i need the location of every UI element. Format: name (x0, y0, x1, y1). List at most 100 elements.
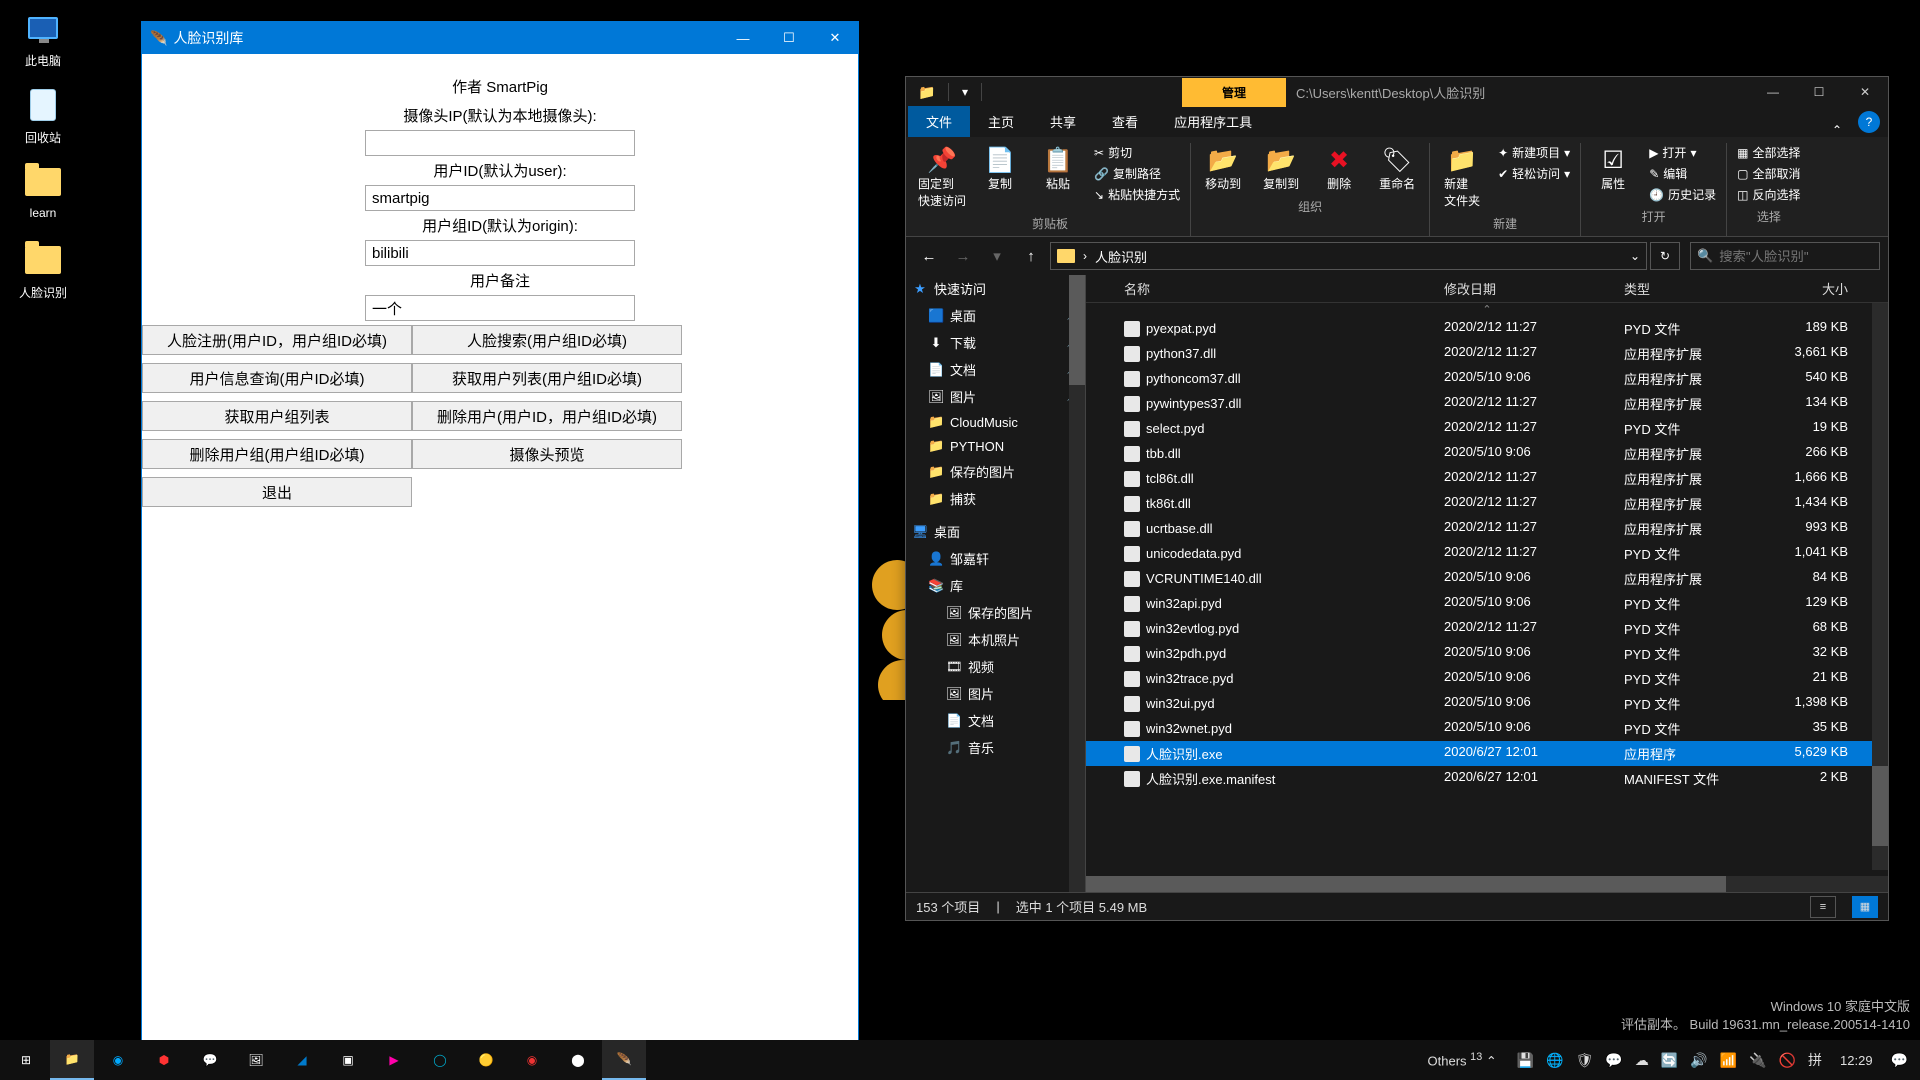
tree-item[interactable]: 📁保存的图片 (906, 458, 1085, 485)
tray-others-label[interactable]: Others 13 ⌃ (1428, 1051, 1497, 1069)
tray-wechat-icon[interactable]: 💬 (1605, 1052, 1622, 1069)
ribbon-collapse-icon[interactable]: ⌃ (1824, 123, 1850, 137)
camera-input[interactable] (365, 130, 635, 156)
file-row[interactable]: tbb.dll2020/5/10 9:06应用程序扩展266 KB (1086, 441, 1888, 466)
file-row[interactable]: python37.dll2020/2/12 11:27应用程序扩展3,661 K… (1086, 341, 1888, 366)
tree-item[interactable]: 🟦桌面📌 (906, 302, 1085, 329)
tray-sync-icon[interactable]: 🔄 (1661, 1052, 1678, 1069)
task-chrome[interactable]: 🟡 (464, 1040, 508, 1080)
properties-button[interactable]: ☑属性 (1587, 143, 1639, 204)
tab-share[interactable]: 共享 (1032, 106, 1094, 137)
file-row[interactable]: 人脸识别.exe2020/6/27 12:01应用程序5,629 KB (1086, 741, 1888, 766)
action-button-6[interactable]: 删除用户组(用户组ID必填) (142, 439, 412, 469)
tree-item[interactable]: 🖼本机照片 (906, 626, 1085, 653)
tree-item[interactable]: 📁CloudMusic (906, 410, 1085, 434)
forward-button[interactable]: → (948, 242, 978, 270)
desktop-icon-recyclebin[interactable]: 回收站 (4, 85, 82, 146)
task-vscode[interactable]: ◢ (280, 1040, 324, 1080)
history-button[interactable]: 🕘历史记录 (1645, 185, 1720, 204)
search-input[interactable] (1719, 249, 1896, 264)
open-button[interactable]: ▶打开 ▾ (1645, 143, 1720, 162)
qat-dropdown[interactable]: ▾ (948, 83, 982, 101)
file-row[interactable]: select.pyd2020/2/12 11:27PYD 文件19 KB (1086, 416, 1888, 441)
file-row[interactable]: pyexpat.pyd2020/2/12 11:27PYD 文件189 KB (1086, 316, 1888, 341)
tree-item[interactable]: 🖼图片 (906, 680, 1085, 707)
desktop-icon-thispc[interactable]: 此电脑 (4, 8, 82, 69)
action-button-1[interactable]: 人脸搜索(用户组ID必填) (412, 325, 682, 355)
group-input[interactable] (365, 240, 635, 266)
chevron-down-icon[interactable]: ⌄ (1630, 249, 1640, 263)
breadcrumb[interactable]: 人脸识别 (1095, 247, 1147, 266)
tree-item[interactable]: ⬇下载📌 (906, 329, 1085, 356)
tree-item[interactable]: 📁PYTHON (906, 434, 1085, 458)
up-button[interactable]: ↑ (1016, 242, 1046, 270)
maximize-button[interactable]: ☐ (1796, 77, 1842, 107)
desktop-icon-learn[interactable]: learn (4, 162, 82, 220)
tray-shield-icon[interactable]: 🛡 (1576, 1052, 1594, 1069)
tree-item[interactable]: 🖼保存的图片 (906, 599, 1085, 626)
task-app5[interactable]: ◉ (510, 1040, 554, 1080)
tray-block-icon[interactable]: 🚫 (1779, 1052, 1796, 1069)
task-explorer[interactable]: 📁 (50, 1040, 94, 1080)
tab-apptools[interactable]: 应用程序工具 (1156, 106, 1270, 137)
tray-clock[interactable]: 12:29 (1840, 1053, 1873, 1068)
tray-globe-icon[interactable]: 🌐 (1546, 1052, 1563, 1069)
desktop-icon-face[interactable]: 人脸识别 (4, 240, 82, 301)
tab-file[interactable]: 文件 (908, 106, 970, 137)
tree-libraries[interactable]: 📚库 (906, 572, 1085, 599)
copy-button[interactable]: 📄复制 (974, 143, 1026, 211)
tree-user[interactable]: 👤邹嘉轩 (906, 545, 1085, 572)
file-row[interactable]: VCRUNTIME140.dll2020/5/10 9:06应用程序扩展84 K… (1086, 566, 1888, 591)
start-button[interactable]: ⊞ (4, 1040, 48, 1080)
col-size[interactable]: 大小 (1766, 279, 1856, 298)
task-app4[interactable]: ◯ (418, 1040, 462, 1080)
recent-dropdown[interactable]: ▾ (982, 242, 1012, 270)
tray-cloud-icon[interactable]: ☁ (1635, 1052, 1649, 1069)
file-row[interactable]: win32pdh.pyd2020/5/10 9:06PYD 文件32 KB (1086, 641, 1888, 666)
tree-item[interactable]: 🎞视频 (906, 653, 1085, 680)
close-button[interactable]: ✕ (812, 22, 858, 54)
delete-button[interactable]: ✖删除 (1313, 143, 1365, 194)
file-row[interactable]: win32trace.pyd2020/5/10 9:06PYD 文件21 KB (1086, 666, 1888, 691)
file-row[interactable]: unicodedata.pyd2020/2/12 11:27PYD 文件1,04… (1086, 541, 1888, 566)
refresh-button[interactable]: ↻ (1650, 242, 1680, 270)
edit-button[interactable]: ✎编辑 (1645, 164, 1720, 183)
tree-quickaccess[interactable]: ★快速访问 (906, 275, 1085, 302)
file-vscrollbar[interactable] (1872, 303, 1888, 870)
close-button[interactable]: ✕ (1842, 77, 1888, 107)
paste-shortcut-button[interactable]: ↘粘贴快捷方式 (1090, 185, 1184, 204)
selectnone-button[interactable]: ▢全部取消 (1733, 164, 1804, 183)
action-button-2[interactable]: 用户信息查询(用户ID必填) (142, 363, 412, 393)
file-row[interactable]: win32api.pyd2020/5/10 9:06PYD 文件129 KB (1086, 591, 1888, 616)
pin-quickaccess-button[interactable]: 📌固定到 快速访问 (916, 143, 968, 211)
col-name[interactable]: 名称 (1116, 279, 1436, 298)
task-wechat[interactable]: 💬 (188, 1040, 232, 1080)
back-button[interactable]: ← (914, 242, 944, 270)
search-box[interactable]: 🔍 (1690, 242, 1880, 270)
selectall-button[interactable]: ▦全部选择 (1733, 143, 1804, 162)
task-app2[interactable]: 🖼 (234, 1040, 278, 1080)
tree-item[interactable]: 📄文档📌 (906, 356, 1085, 383)
tray-power-icon[interactable]: 🔌 (1749, 1052, 1766, 1069)
action-button-3[interactable]: 获取用户列表(用户组ID必填) (412, 363, 682, 393)
task-terminal[interactable]: ▣ (326, 1040, 370, 1080)
file-hscrollbar[interactable] (1086, 876, 1888, 892)
newfolder-button[interactable]: 📁新建 文件夹 (1436, 143, 1488, 211)
file-row[interactable]: pythoncom37.dll2020/5/10 9:06应用程序扩展540 K… (1086, 366, 1888, 391)
minimize-button[interactable]: — (1750, 77, 1796, 107)
paste-button[interactable]: 📋粘贴 (1032, 143, 1084, 211)
tray-ime-icon[interactable]: 拼 (1808, 1050, 1822, 1070)
tray-volume-icon[interactable]: 🔊 (1690, 1052, 1707, 1069)
file-row[interactable]: tk86t.dll2020/2/12 11:27应用程序扩展1,434 KB (1086, 491, 1888, 516)
titlebar[interactable]: 🪶 人脸识别库 — ☐ ✕ (142, 22, 858, 54)
moveto-button[interactable]: 📂移动到 (1197, 143, 1249, 194)
file-row[interactable]: win32ui.pyd2020/5/10 9:06PYD 文件1,398 KB (1086, 691, 1888, 716)
minimize-button[interactable]: — (720, 22, 766, 54)
task-app3[interactable]: ▶ (372, 1040, 416, 1080)
task-app1[interactable]: ⬢ (142, 1040, 186, 1080)
action-button-4[interactable]: 获取用户组列表 (142, 401, 412, 431)
remark-input[interactable] (365, 295, 635, 321)
copyto-button[interactable]: 📂复制到 (1255, 143, 1307, 194)
view-details-button[interactable]: ≡ (1810, 896, 1836, 918)
help-icon[interactable]: ? (1858, 111, 1880, 133)
